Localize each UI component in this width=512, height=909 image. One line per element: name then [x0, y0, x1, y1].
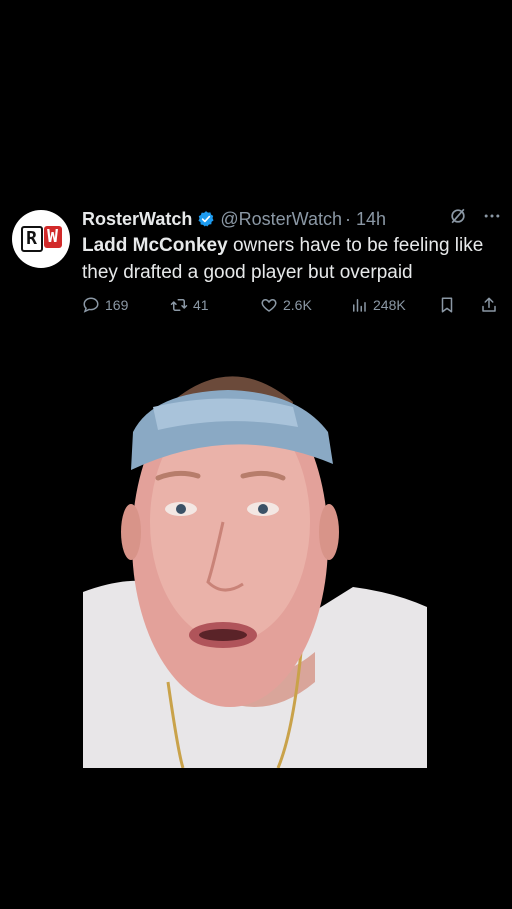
timestamp[interactable]: · 14h: [345, 209, 386, 230]
retweet-button[interactable]: 41: [170, 296, 209, 314]
like-button[interactable]: 2.6K: [260, 296, 312, 314]
bookmark-button[interactable]: [438, 296, 456, 314]
logo-letter-w: W: [43, 226, 62, 248]
like-count: 2.6K: [283, 297, 312, 313]
views-button[interactable]: 248K: [350, 296, 406, 314]
avatar[interactable]: R W: [12, 210, 70, 268]
like-icon: [261, 298, 277, 312]
header-actions: [448, 206, 502, 226]
rosterwatch-logo: R W: [20, 226, 62, 252]
share-button[interactable]: [480, 296, 498, 314]
video-frame[interactable]: [83, 352, 427, 768]
tweet-text: Ladd McConkey owners have to be feeling …: [82, 232, 492, 286]
bookmark-icon: [441, 297, 453, 313]
verified-badge-icon: [198, 211, 214, 227]
tweet-header: RosterWatch @RosterWatch · 14h: [82, 206, 502, 232]
reply-count: 169: [105, 297, 129, 313]
share-icon: [482, 297, 496, 312]
retweet-icon: [170, 299, 188, 311]
views-count: 248K: [373, 297, 406, 313]
more-icon[interactable]: [482, 206, 502, 226]
reply-icon: [83, 297, 99, 313]
views-icon: [353, 299, 366, 312]
author-handle[interactable]: @RosterWatch: [220, 209, 342, 230]
logo-letter-r: R: [20, 226, 43, 252]
reply-button[interactable]: 169: [82, 296, 128, 314]
author-name[interactable]: RosterWatch: [82, 209, 192, 230]
person-video-image: [83, 352, 427, 768]
grok-icon[interactable]: [448, 206, 468, 226]
tweet-text-bold[interactable]: Ladd McConkey: [82, 235, 228, 256]
retweet-count: 41: [193, 297, 209, 313]
tweet-actions: 169 41 2.6K 248K: [82, 296, 502, 318]
